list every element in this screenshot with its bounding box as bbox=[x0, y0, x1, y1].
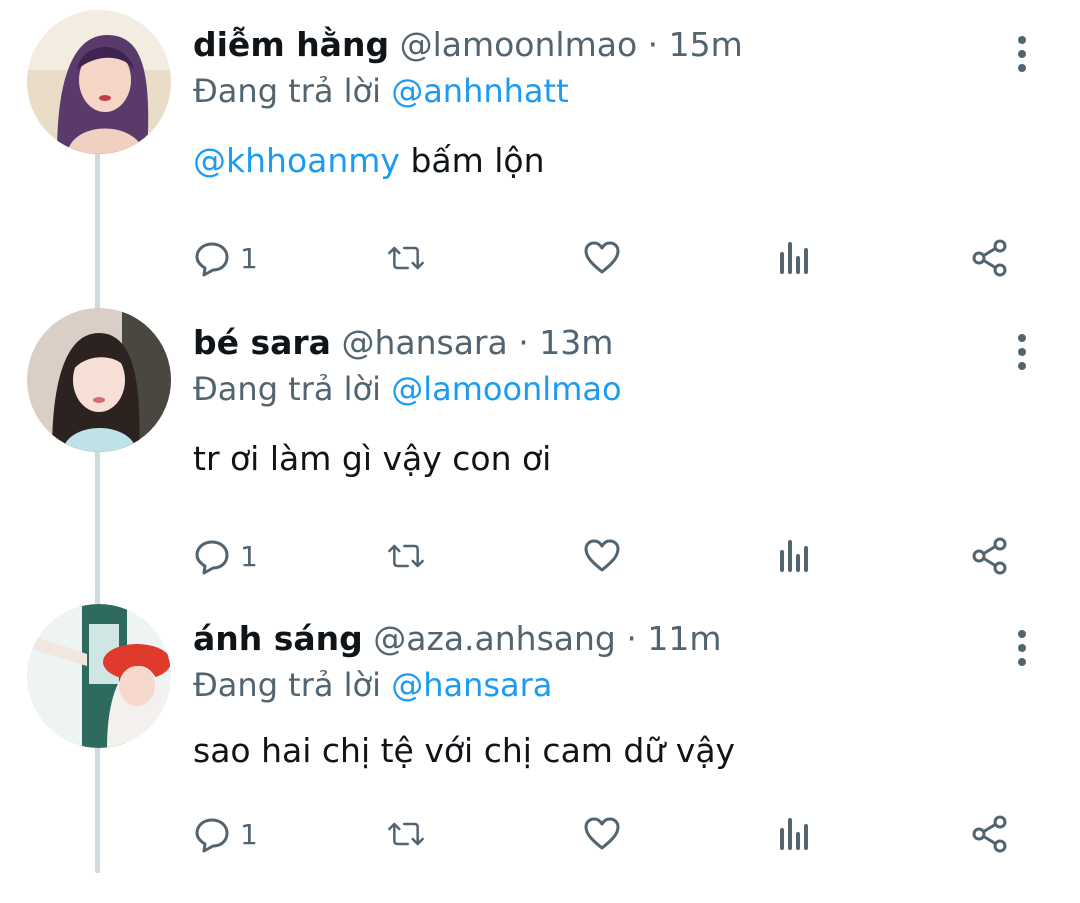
author-name[interactable]: bé sara bbox=[193, 323, 331, 362]
retweet-icon bbox=[388, 822, 424, 846]
author-name[interactable]: diễm hằng bbox=[193, 25, 389, 64]
tweet-text: sao hai chị tệ với chị cam dữ vậy bbox=[193, 728, 735, 774]
avatar[interactable] bbox=[27, 308, 171, 452]
like-button[interactable] bbox=[582, 230, 622, 286]
separator-dot: · bbox=[647, 25, 659, 64]
retweet-icon bbox=[388, 544, 424, 568]
more-icon-dot bbox=[1018, 50, 1026, 58]
retweet-button[interactable] bbox=[386, 230, 426, 286]
reply-count: 1 bbox=[240, 241, 258, 275]
reply-count: 1 bbox=[240, 539, 258, 573]
views-icon bbox=[780, 818, 808, 850]
tweet-header: bé sara @hansara · 13m bbox=[193, 320, 613, 366]
like-icon bbox=[584, 539, 620, 572]
more-icon bbox=[1018, 630, 1026, 638]
more-icon-dot bbox=[1018, 64, 1026, 72]
replying-to-handle[interactable]: @lamoonlmao bbox=[391, 370, 621, 408]
replying-to: Đang trả lời @hansara bbox=[193, 662, 552, 708]
tweet-3[interactable]: ánh sáng @aza.anhsang · 11m Đang trả lời… bbox=[0, 604, 1080, 903]
views-button[interactable] bbox=[776, 528, 816, 584]
share-icon bbox=[972, 239, 1007, 277]
tweet-1[interactable]: diễm hằng @lamoonlmao · 15m Đang trả lời… bbox=[0, 10, 1080, 309]
share-button[interactable] bbox=[970, 806, 1010, 862]
reply-icon bbox=[195, 818, 229, 853]
reply-count: 1 bbox=[240, 817, 258, 851]
replying-to: Đang trả lời @lamoonlmao bbox=[193, 366, 622, 412]
tweet-text: tr ơi làm gì vậy con ơi bbox=[193, 436, 551, 482]
more-icon bbox=[1018, 334, 1026, 342]
reply-button[interactable]: 1 bbox=[192, 528, 258, 584]
tweet-header: diễm hằng @lamoonlmao · 15m bbox=[193, 22, 743, 68]
more-icon-dot bbox=[1018, 348, 1026, 356]
more-icon bbox=[1018, 36, 1026, 44]
like-button[interactable] bbox=[582, 528, 622, 584]
timestamp[interactable]: 11m bbox=[647, 619, 721, 658]
separator-dot: · bbox=[626, 619, 637, 658]
avatar[interactable] bbox=[27, 604, 171, 748]
reply-icon bbox=[195, 540, 229, 575]
views-button[interactable] bbox=[776, 806, 816, 862]
author-handle[interactable]: @hansara bbox=[341, 323, 507, 362]
more-options-button[interactable] bbox=[1004, 32, 1040, 76]
tweet-text: @khhoanmy bấm lộn bbox=[193, 138, 545, 184]
more-icon-dot bbox=[1018, 658, 1026, 666]
more-options-button[interactable] bbox=[1004, 626, 1040, 670]
action-bar: 1 bbox=[0, 230, 1080, 286]
replying-to-label: Đang trả lời bbox=[193, 72, 382, 110]
share-icon bbox=[972, 815, 1007, 853]
like-button[interactable] bbox=[582, 806, 622, 862]
retweet-button[interactable] bbox=[386, 806, 426, 862]
share-button[interactable] bbox=[970, 230, 1010, 286]
views-icon bbox=[780, 242, 808, 274]
separator-dot: · bbox=[518, 323, 529, 362]
mention-link[interactable]: @khhoanmy bbox=[193, 141, 400, 180]
like-icon bbox=[584, 817, 620, 850]
like-icon bbox=[584, 241, 620, 274]
share-button[interactable] bbox=[970, 528, 1010, 584]
reply-icon bbox=[195, 242, 229, 277]
replying-to-label: Đang trả lời bbox=[193, 370, 382, 408]
share-icon bbox=[972, 537, 1007, 575]
timestamp[interactable]: 13m bbox=[539, 323, 613, 362]
retweet-icon bbox=[388, 246, 424, 270]
more-icon-dot bbox=[1018, 644, 1026, 652]
reply-button[interactable]: 1 bbox=[192, 806, 258, 862]
author-handle[interactable]: @aza.anhsang bbox=[373, 619, 616, 658]
tweet-text-content: bấm lộn bbox=[410, 141, 545, 180]
author-name[interactable]: ánh sáng bbox=[193, 619, 363, 658]
replying-to-handle[interactable]: @anhnhatt bbox=[391, 72, 568, 110]
tweet-text-content: sao hai chị tệ với chị cam dữ vậy bbox=[193, 731, 736, 770]
more-icon-dot bbox=[1018, 362, 1026, 370]
action-bar: 1 bbox=[0, 806, 1080, 862]
author-handle[interactable]: @lamoonlmao bbox=[400, 25, 638, 64]
tweet-text-content: tr ơi làm gì vậy con ơi bbox=[193, 439, 552, 478]
avatar[interactable] bbox=[27, 10, 171, 154]
replying-to-handle[interactable]: @hansara bbox=[391, 666, 552, 704]
action-bar: 1 bbox=[0, 528, 1080, 584]
replying-to: Đang trả lời @anhnhatt bbox=[193, 68, 569, 114]
replying-to-label: Đang trả lời bbox=[193, 666, 382, 704]
tweet-header: ánh sáng @aza.anhsang · 11m bbox=[193, 616, 722, 662]
more-options-button[interactable] bbox=[1004, 330, 1040, 374]
views-button[interactable] bbox=[776, 230, 816, 286]
retweet-button[interactable] bbox=[386, 528, 426, 584]
timestamp[interactable]: 15m bbox=[669, 25, 743, 64]
tweet-2[interactable]: bé sara @hansara · 13m Đang trả lời @lam… bbox=[0, 308, 1080, 607]
reply-button[interactable]: 1 bbox=[192, 230, 258, 286]
views-icon bbox=[780, 540, 808, 572]
